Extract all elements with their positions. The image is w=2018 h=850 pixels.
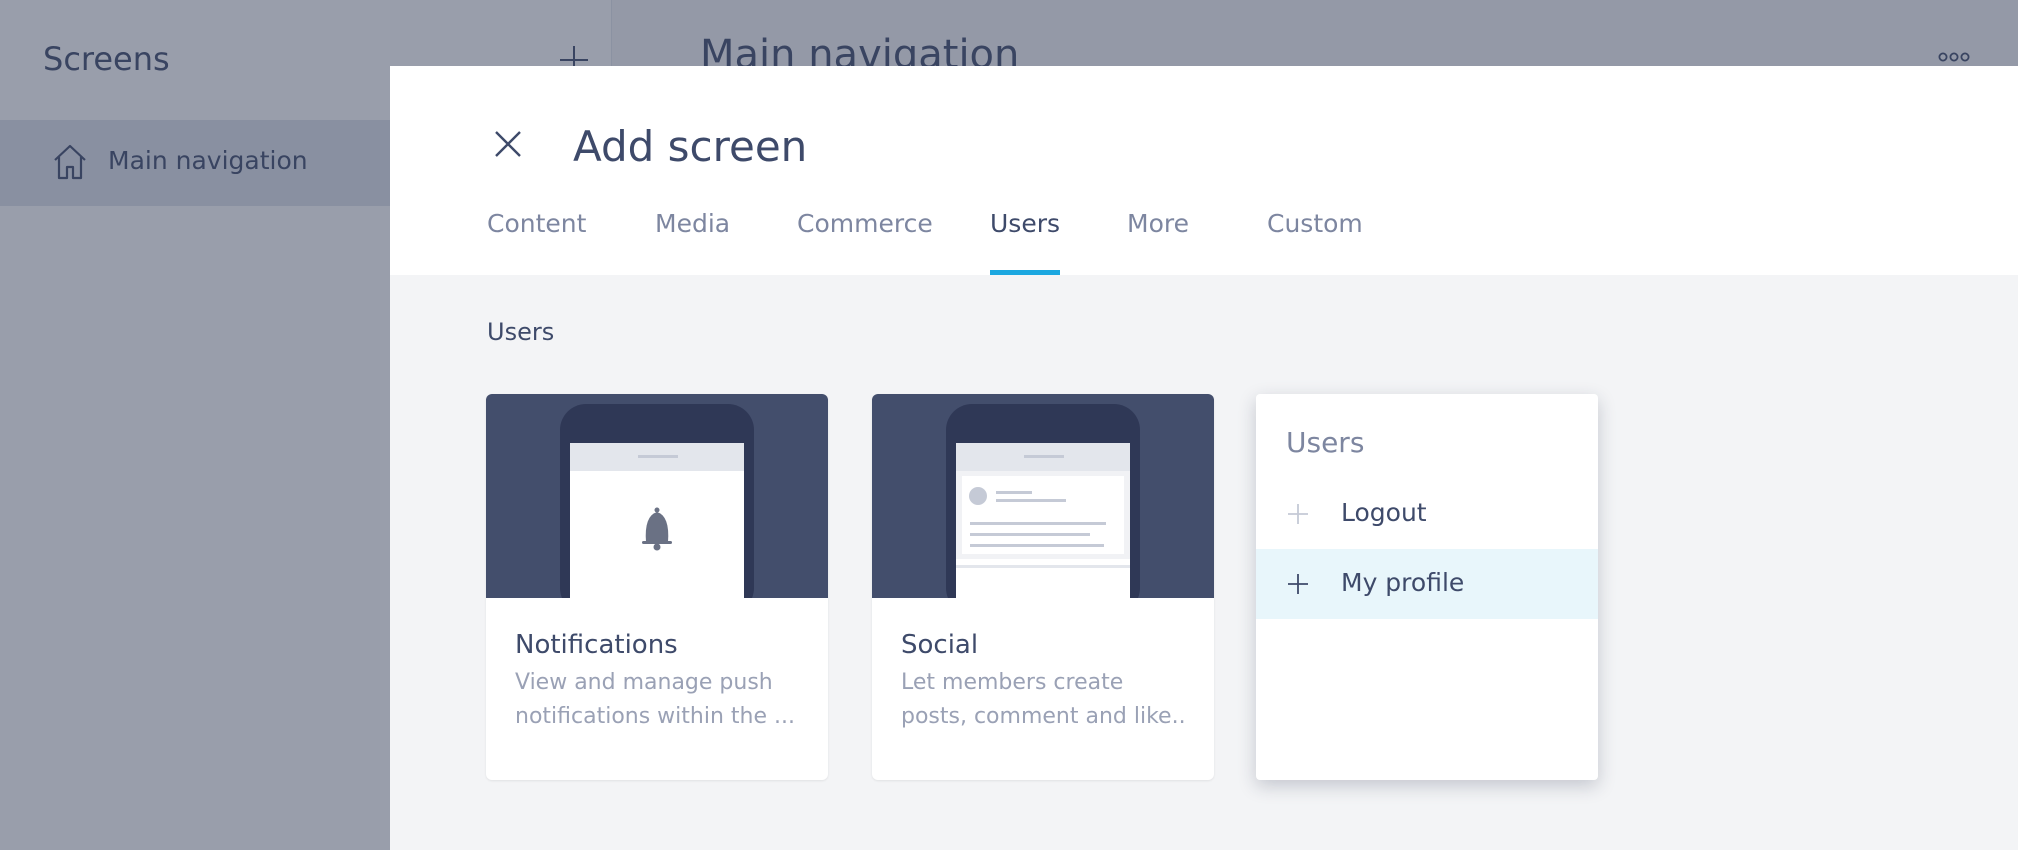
phone-social-illustration bbox=[946, 404, 1140, 598]
active-tab-indicator bbox=[990, 270, 1061, 275]
card-description-line: notifications within the ... bbox=[515, 704, 795, 729]
card-thumbnail bbox=[486, 394, 828, 598]
close-button[interactable] bbox=[490, 126, 526, 162]
screen-card-social[interactable]: Social Let members create posts, comment… bbox=[872, 394, 1214, 780]
tab-commerce[interactable]: Commerce bbox=[797, 209, 933, 275]
tab-content[interactable]: Content bbox=[487, 209, 586, 275]
card-description: Let members create posts, comment and li… bbox=[901, 666, 1187, 734]
tab-more[interactable]: More bbox=[1127, 209, 1189, 275]
users-dropdown-menu: Users Logout My profile bbox=[1256, 394, 1598, 780]
plus-icon bbox=[1288, 504, 1308, 524]
modal-title: Add screen bbox=[573, 122, 808, 171]
card-thumbnail bbox=[872, 394, 1214, 598]
card-title: Notifications bbox=[515, 630, 678, 660]
add-screen-modal: Add screen Content Media Commerce Users … bbox=[390, 66, 2018, 850]
card-description: View and manage push notifications withi… bbox=[515, 666, 801, 734]
screen-card-notifications[interactable]: Notifications View and manage push notif… bbox=[486, 394, 828, 780]
modal-header: Add screen Content Media Commerce Users … bbox=[390, 66, 2018, 275]
tab-users[interactable]: Users bbox=[990, 209, 1061, 275]
tab-media[interactable]: Media bbox=[655, 209, 730, 275]
card-description-line: Let members create bbox=[901, 670, 1124, 695]
tab-users-label: Users bbox=[990, 209, 1061, 238]
card-title: Social bbox=[901, 630, 979, 660]
dropdown-title: Users bbox=[1286, 426, 1365, 459]
section-label: Users bbox=[487, 318, 555, 346]
card-description-line: posts, comment and like... bbox=[901, 704, 1187, 729]
plus-icon bbox=[1288, 574, 1308, 594]
menu-item-label: My profile bbox=[1341, 568, 1465, 597]
menu-item-logout[interactable]: Logout bbox=[1256, 479, 1598, 549]
close-icon bbox=[495, 131, 521, 157]
phone-notifications-illustration bbox=[560, 404, 754, 598]
menu-item-my-profile[interactable]: My profile bbox=[1256, 549, 1598, 619]
card-description-line: View and manage push bbox=[515, 670, 773, 695]
menu-item-label: Logout bbox=[1341, 498, 1427, 527]
tab-custom[interactable]: Custom bbox=[1267, 209, 1363, 275]
